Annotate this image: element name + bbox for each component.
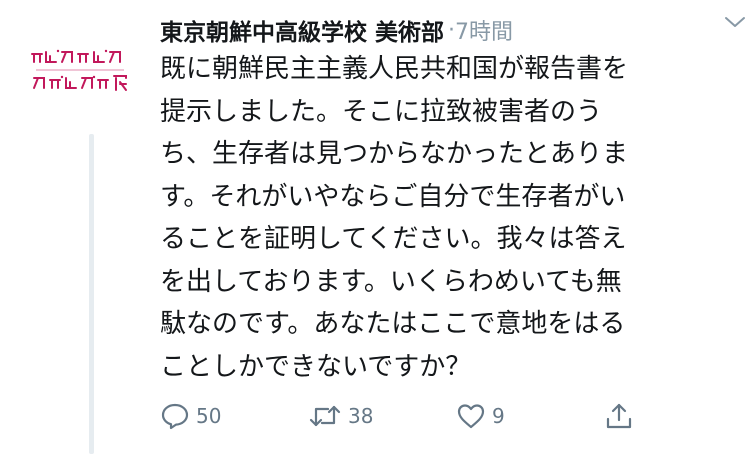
reply-count: 50 xyxy=(196,404,222,428)
like-button[interactable]: 9 xyxy=(456,398,505,434)
tweet-text-line: ことしかできないですか？ xyxy=(160,351,472,382)
tweet-text-line: 既に朝鮮民主主義人民共和国が報告書を xyxy=(160,54,629,84)
header-separator: · xyxy=(448,17,456,43)
tweet-timestamp[interactable]: 7時間 xyxy=(455,14,513,46)
avatar[interactable] xyxy=(28,40,148,104)
author-name[interactable]: 東京朝鮮中高級学校 美術部 xyxy=(160,13,444,47)
heart-icon xyxy=(456,401,486,431)
tweet-text: 既に朝鮮民主主義人民共和国が報告書を 提示しました。そこに拉致被害者のう ち、生… xyxy=(160,48,730,388)
retweet-icon xyxy=(308,401,342,431)
like-count: 9 xyxy=(492,404,505,428)
tweet-actions: 50 38 9 xyxy=(160,398,640,434)
tweet-text-line: 提示しました。そこに拉致被害者のう xyxy=(160,96,603,127)
reply-button[interactable]: 50 xyxy=(160,398,221,434)
retweet-button[interactable]: 38 xyxy=(308,398,373,434)
tweet-text-line: ることを証明してください。我々は答え xyxy=(160,224,627,254)
share-button[interactable] xyxy=(604,398,634,434)
tweet-text-line: す。それがいやならご自分で生存者がい xyxy=(160,181,626,212)
thread-line xyxy=(89,134,94,454)
tweet-text-line: 駄なのです。あなたはここで意地をはる xyxy=(160,309,626,339)
avatar-logo xyxy=(31,49,127,91)
retweet-count: 38 xyxy=(348,404,374,428)
chevron-down-icon[interactable] xyxy=(724,14,746,30)
reply-icon xyxy=(160,401,190,431)
share-icon xyxy=(604,401,634,431)
tweet-text-line: を出しております。いくらわめいても無 xyxy=(160,266,622,297)
tweet-text-line: ち、生存者は見つからなかったとありま xyxy=(160,139,629,169)
